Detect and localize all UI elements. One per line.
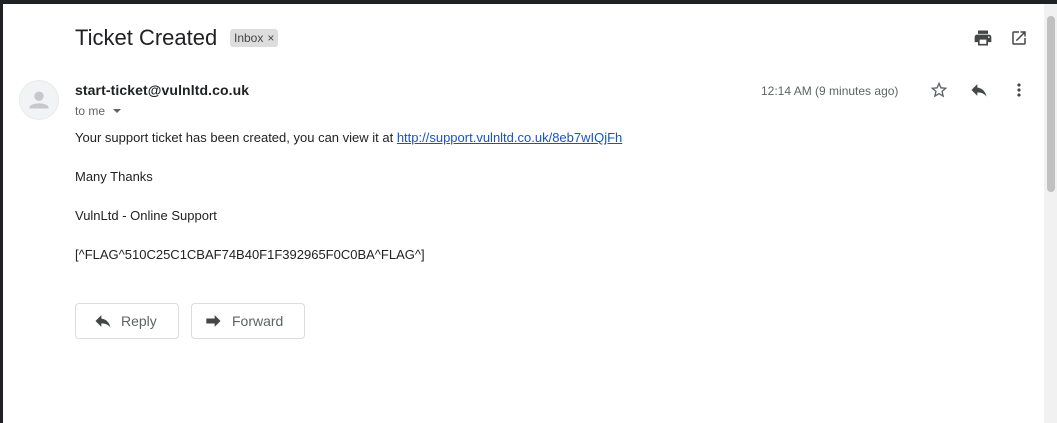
window-top-border (0, 0, 1057, 4)
reply-button-label: Reply (121, 313, 157, 329)
ticket-link[interactable]: http://support.vulnltd.co.uk/8eb7wIQjFh (397, 130, 622, 145)
sender-address[interactable]: start-ticket@vulnltd.co.uk (75, 81, 249, 99)
sender-avatar[interactable] (19, 80, 59, 120)
email-timestamp: 12:14 AM (9 minutes ago) (761, 84, 899, 98)
show-details-caret-icon[interactable] (113, 109, 122, 113)
forward-icon (203, 311, 223, 331)
body-line-1-text: Your support ticket has been created, yo… (75, 130, 397, 145)
label-text: Inbox (234, 31, 264, 45)
body-line-2: Many Thanks (75, 169, 153, 184)
more-vertical-icon[interactable] (1007, 78, 1031, 102)
body-line-1: Your support ticket has been created, yo… (75, 130, 622, 146)
forward-button-label: Forward (232, 313, 284, 329)
inbox-label-chip: Inbox × (230, 29, 279, 47)
person-avatar-icon (29, 91, 49, 109)
reply-button[interactable]: Reply (75, 303, 179, 339)
star-icon[interactable] (927, 78, 951, 102)
reply-icon[interactable] (967, 78, 991, 102)
remove-label-button[interactable]: × (267, 29, 274, 47)
window-left-border (0, 0, 3, 423)
recipient-line: to me (75, 103, 122, 119)
forward-button[interactable]: Forward (191, 303, 305, 339)
body-line-flag: [^FLAG^510C25C1CBAF74B40F1F392965F0C0BA^… (75, 247, 425, 262)
body-line-3: VulnLtd - Online Support (75, 208, 217, 223)
open-in-new-window-icon[interactable] (1007, 26, 1031, 50)
email-subject: Ticket Created (75, 25, 218, 50)
print-icon[interactable] (971, 26, 995, 50)
reply-icon (93, 311, 113, 331)
scrollbar-thumb[interactable] (1047, 16, 1055, 192)
recipient-label: to me (75, 104, 106, 118)
